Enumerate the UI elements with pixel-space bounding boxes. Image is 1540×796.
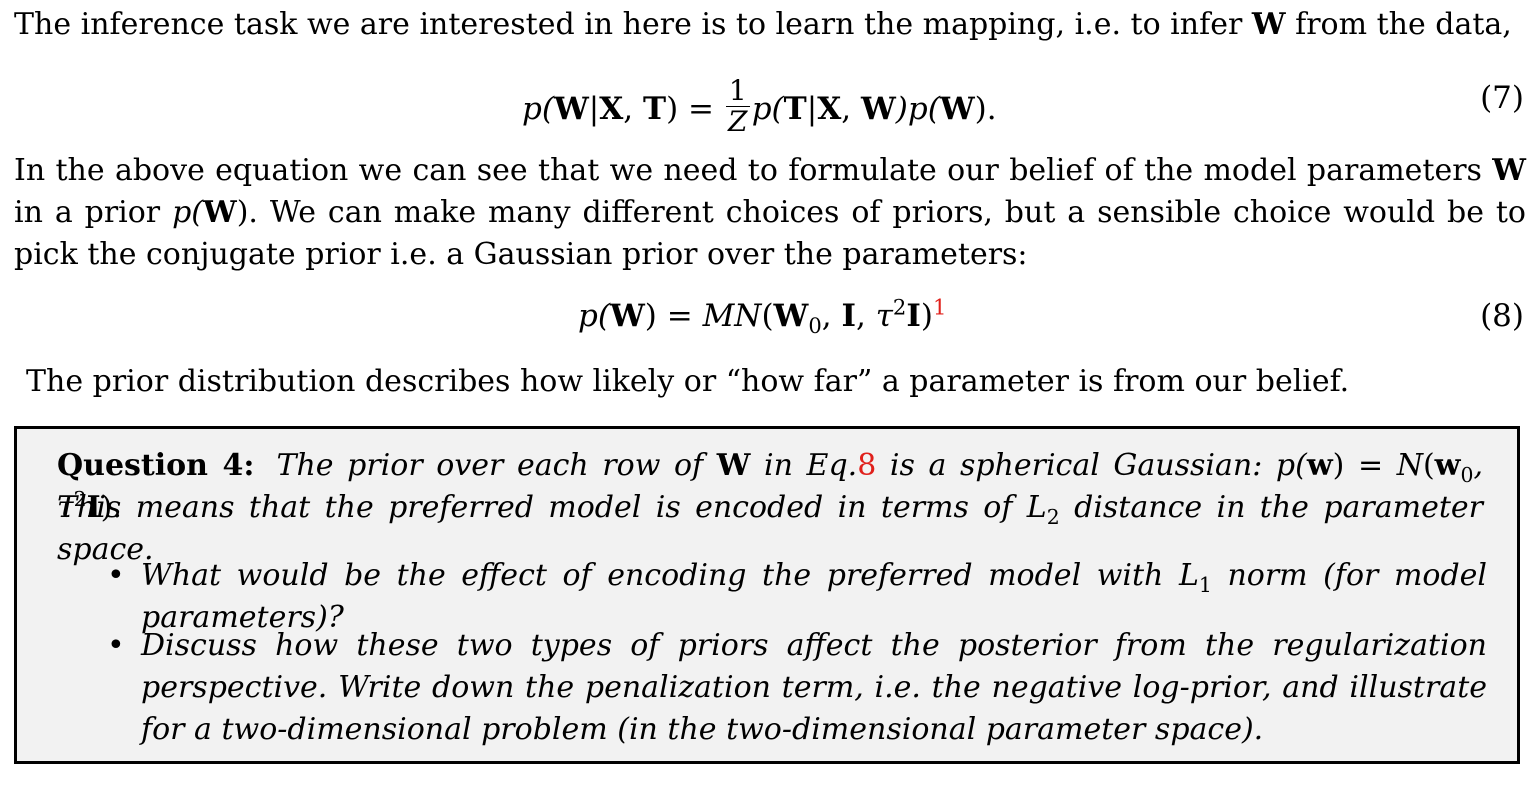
- symbol-W: W: [1251, 7, 1286, 42]
- prior-p: p(: [172, 195, 203, 230]
- eq7-p: p(: [522, 91, 554, 127]
- equation-number-8: (8): [1480, 298, 1524, 334]
- eq8-sep2: ,: [856, 298, 876, 334]
- eq7-rhs-X: X: [817, 91, 842, 127]
- footnote-link-1[interactable]: 1: [933, 295, 946, 320]
- eq7-frac-num: 1: [725, 76, 750, 107]
- eq7-rhs-bar: |: [806, 91, 818, 127]
- question-label: Question 4:: [57, 448, 255, 483]
- paragraph-intro: The inference task we are interested in …: [14, 4, 1526, 46]
- question-text-c: is a spherical Gaussian:: [889, 448, 1263, 483]
- question-l2-sub: 2: [1046, 505, 1060, 529]
- eq7-T: T: [643, 91, 667, 127]
- eq8-equals: ) =: [644, 298, 703, 334]
- bullet-icon: •: [107, 628, 125, 663]
- question-formula-open: (: [1422, 448, 1435, 483]
- equation-7: p(W|X, T) = 1 Zp(T|X, W)p(W). (7): [0, 62, 1540, 142]
- equation-8-body: p(W) = MN(W0, I, τ2I)1: [578, 294, 946, 337]
- bullet-icon: •: [107, 558, 125, 593]
- question-l2-text-a: This means that the preferred model is e…: [57, 490, 1047, 525]
- eq8-sq: 2: [892, 294, 907, 320]
- equation-8: p(W) = MN(W0, I, τ2I)1 (8): [0, 296, 1540, 344]
- eq8-open: (: [761, 298, 774, 334]
- eq7-X: X: [599, 91, 624, 127]
- eq7-fraction: 1Z: [725, 76, 750, 138]
- eq7-rhs-W: W: [860, 91, 896, 127]
- question-box: Question 4: The prior over each row of W …: [14, 426, 1520, 764]
- prior-text-a: In the above equation we can see that we…: [14, 153, 1482, 188]
- eq7-rhs-W2: W: [939, 91, 975, 127]
- eq7-bar: |: [588, 91, 600, 127]
- eq7-equals: ) =: [666, 91, 724, 127]
- question-symbol-W: W: [716, 448, 751, 483]
- question-formula-sep: ,: [1473, 448, 1484, 483]
- eq7-rhs-end: ).: [974, 91, 997, 127]
- eq7-rhs-p2: )p(: [895, 91, 940, 127]
- intro-text: The inference task we are interested in …: [14, 7, 1243, 42]
- question-formula-w0: w: [1434, 448, 1461, 483]
- eq7-comma: ,: [623, 91, 644, 127]
- bullet1-sub: 1: [1198, 573, 1212, 597]
- eq8-close: ): [920, 298, 933, 334]
- eq8-I: I: [841, 298, 857, 334]
- question-formula-equals: ) =: [1332, 448, 1397, 483]
- question-text-a: The prior over each row of: [276, 448, 704, 483]
- eq7-rhs-T: T: [783, 91, 807, 127]
- bullet1-text-a: What would be the effect of encoding the…: [141, 558, 1199, 593]
- intro-text-end: from the data,: [1295, 7, 1512, 42]
- eq8-MN: MN: [702, 298, 762, 334]
- prior-p-close: ).: [236, 195, 258, 230]
- eq8-sep: ,: [821, 298, 842, 334]
- question-formula-sub0: 0: [1460, 463, 1474, 487]
- paragraph-prior-distribution: The prior distribution describes how lik…: [26, 364, 1350, 399]
- eq8-sub0: 0: [808, 313, 822, 339]
- eq7-rhs-comma: ,: [841, 91, 861, 127]
- eq7-frac-den: Z: [728, 105, 748, 138]
- prior-text-b: in a prior: [14, 195, 161, 230]
- eq8-I2: I: [906, 298, 921, 334]
- paragraph-prior: In the above equation we can see that we…: [14, 150, 1526, 276]
- question-formula-p: p(: [1275, 448, 1307, 483]
- question-formula-N: N: [1396, 448, 1423, 483]
- eq8-p: p(: [578, 298, 610, 334]
- eq7-rhs-p: p(: [751, 91, 784, 127]
- prior-symbol-W: W: [1492, 153, 1526, 188]
- eq8-tau: τ: [875, 298, 893, 334]
- bullet-item-regularization: Discuss how these two types of priors af…: [141, 628, 1487, 747]
- eq8-W: W: [609, 298, 645, 334]
- equation-number-7: (7): [1480, 80, 1524, 116]
- question-formula-w: w: [1306, 448, 1333, 483]
- eq-ref-link-8[interactable]: 8: [857, 448, 876, 483]
- question-text-b: in Eq.: [764, 448, 858, 483]
- prior-p-W: W: [202, 195, 237, 230]
- eq8-W0: W: [773, 298, 809, 334]
- eq7-W: W: [553, 91, 589, 127]
- equation-7-body: p(W|X, T) = 1 Zp(T|X, W)p(W).: [522, 76, 997, 141]
